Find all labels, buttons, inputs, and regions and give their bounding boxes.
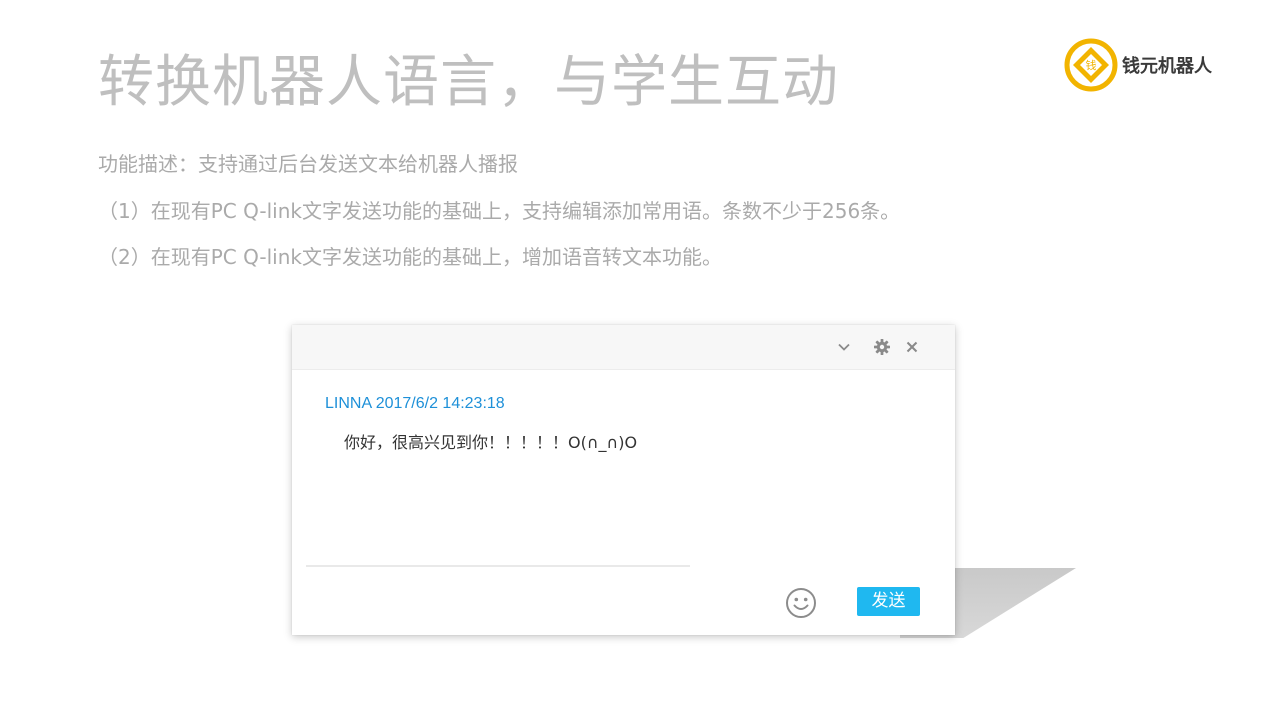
- close-icon[interactable]: [901, 336, 923, 358]
- feature-item-2: （2）在现有PC Q-link文字发送功能的基础上，增加语音转文本功能。: [98, 245, 722, 269]
- feature-description: 功能描述：支持通过后台发送文本给机器人播报: [98, 152, 518, 176]
- message-text: 你好，很高兴见到你！！！！！O(∩_∩)O: [344, 433, 638, 452]
- chat-titlebar: [292, 325, 955, 370]
- gear-icon[interactable]: [871, 336, 893, 358]
- input-area-divider: [306, 565, 690, 567]
- feature-item-1: （1）在现有PC Q-link文字发送功能的基础上，支持编辑添加常用语。条数不少…: [98, 199, 901, 223]
- brand-name: 钱元机器人: [1122, 56, 1212, 77]
- brand-logo-group: 钱 钱元机器人: [1064, 38, 1212, 92]
- chevron-down-icon[interactable]: [833, 336, 855, 358]
- message-sender-timestamp: LINNA 2017/6/2 14:23:18: [325, 395, 505, 412]
- send-button[interactable]: 发送: [857, 587, 920, 616]
- brand-logo-mark: 钱: [1086, 58, 1097, 72]
- smiley-icon[interactable]: [785, 587, 817, 619]
- brand-logo-icon: 钱: [1064, 38, 1118, 92]
- slide-title: 转换机器人语言，与学生互动: [98, 50, 839, 115]
- chat-window: LINNA 2017/6/2 14:23:18 你好，很高兴见到你！！！！！O(…: [292, 325, 955, 635]
